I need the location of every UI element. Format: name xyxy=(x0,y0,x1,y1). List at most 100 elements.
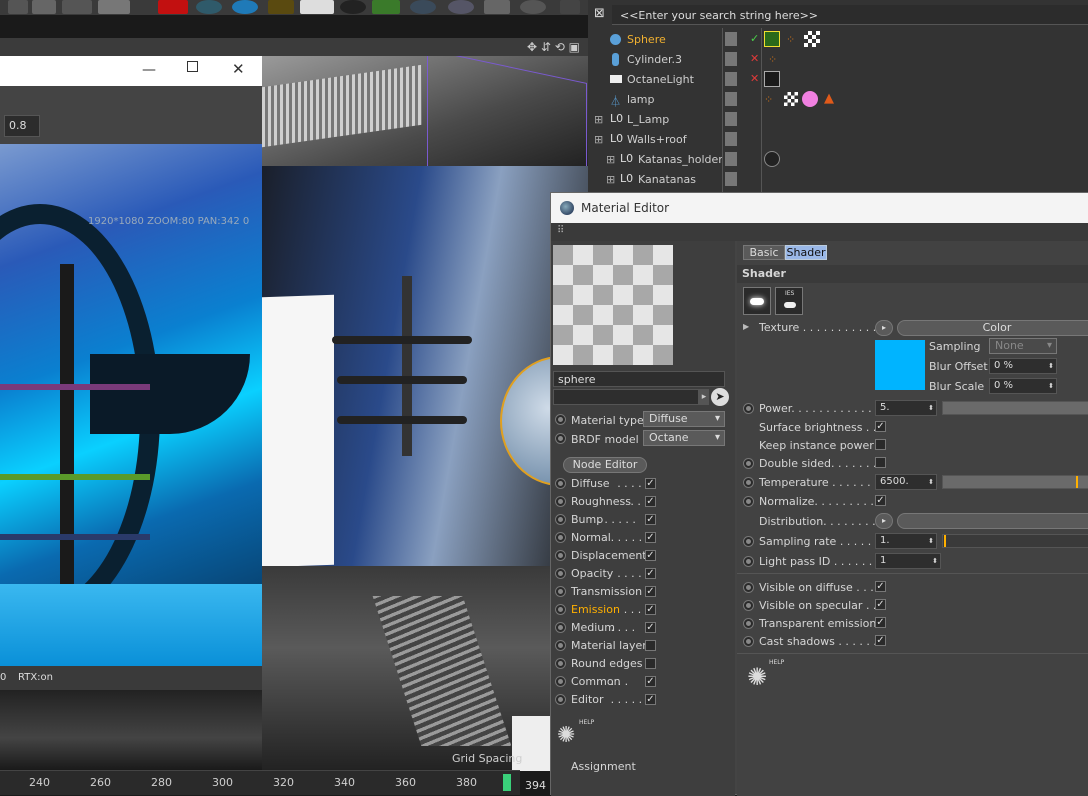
layer-tag-icon[interactable] xyxy=(725,152,737,166)
sphere-grey-icon[interactable] xyxy=(410,0,436,14)
channel-checkbox[interactable]: ✓ xyxy=(645,604,656,615)
material-type-dropdown[interactable]: Diffuse xyxy=(643,411,725,427)
channel-checkbox[interactable] xyxy=(645,658,656,669)
material-type-radio[interactable] xyxy=(555,414,566,425)
minimize-icon[interactable]: — xyxy=(142,62,156,78)
arrow-button[interactable]: ▸ xyxy=(699,389,709,405)
temperature-radio[interactable] xyxy=(743,477,754,488)
channel-row[interactable]: Transmission ✓ xyxy=(551,583,735,601)
channel-checkbox[interactable]: ✓ xyxy=(645,532,656,543)
light-tag-icon[interactable] xyxy=(764,71,780,87)
render-image[interactable]: 1920*1080 ZOOM:80 PAN:342 0 xyxy=(0,144,262,666)
channel-row[interactable]: Material layer xyxy=(551,637,735,655)
tag-dots-icon[interactable]: ⁘ xyxy=(768,53,777,66)
node-editor-button[interactable]: Node Editor xyxy=(563,457,647,473)
normalize-radio[interactable] xyxy=(743,496,754,507)
object-row-walls-roof[interactable]: ⊞ L0 Walls+roof xyxy=(588,130,1088,150)
warning-tag-icon[interactable]: ▲ xyxy=(824,91,834,106)
channel-row[interactable]: Medium . . . . ✓ xyxy=(551,619,735,637)
surface-brightness-checkbox[interactable]: ✓ xyxy=(875,421,886,432)
channel-checkbox[interactable]: ✓ xyxy=(645,514,656,525)
grip-icon[interactable]: ⠿ xyxy=(557,225,564,236)
grid-icon[interactable] xyxy=(98,0,130,14)
channel-radio[interactable] xyxy=(555,496,566,507)
sun-icon[interactable] xyxy=(268,0,294,14)
channel-radio[interactable] xyxy=(555,514,566,525)
playhead[interactable] xyxy=(503,774,511,791)
half-sphere-icon[interactable] xyxy=(232,0,258,14)
sphere-light-icon[interactable] xyxy=(448,0,474,14)
channel-checkbox[interactable] xyxy=(645,640,656,651)
channel-checkbox[interactable]: ✓ xyxy=(645,586,656,597)
channel-radio[interactable] xyxy=(555,604,566,615)
sampling-dropdown[interactable]: None xyxy=(989,338,1057,354)
octane-help-icon[interactable]: HELP ✺ xyxy=(747,659,787,693)
distribution-button[interactable] xyxy=(897,513,1088,529)
record-icon[interactable] xyxy=(158,0,188,14)
channel-row[interactable]: Roughness . . ✓ xyxy=(551,493,735,511)
disabled-x-icon[interactable]: ✕ xyxy=(750,52,759,65)
viewport-nav-icons[interactable]: ✥ ⇵ ⟲ ▣ xyxy=(527,40,580,54)
channel-radio[interactable] xyxy=(555,694,566,705)
power-slider[interactable] xyxy=(942,401,1088,415)
visible-specular-checkbox[interactable]: ✓ xyxy=(875,599,886,610)
light-icon[interactable] xyxy=(62,0,92,14)
channel-radio[interactable] xyxy=(555,658,566,669)
render-value-field[interactable]: 0.8 xyxy=(4,115,40,137)
double-sided-checkbox[interactable] xyxy=(875,457,886,468)
channel-radio[interactable] xyxy=(555,640,566,651)
sampling-rate-field[interactable]: 1. ⬍ xyxy=(875,533,937,549)
assignment-label[interactable]: Assignment xyxy=(571,760,636,773)
arrow-icon[interactable] xyxy=(560,0,580,14)
channel-radio[interactable] xyxy=(555,622,566,633)
object-row-cylinder[interactable]: Cylinder.3 ✕ ⁘ xyxy=(588,50,1088,70)
material-name-field[interactable]: sphere xyxy=(553,371,725,387)
visible-specular-radio[interactable] xyxy=(743,600,754,611)
light-pass-field[interactable]: 1 ⬍ xyxy=(875,553,941,569)
channel-row[interactable]: Displacement ✓ xyxy=(551,547,735,565)
distribution-play-button[interactable]: ▸ xyxy=(875,513,893,529)
close-icon[interactable]: ✕ xyxy=(232,60,245,78)
layer-tag-icon[interactable] xyxy=(725,72,737,86)
channel-checkbox[interactable]: ✓ xyxy=(645,550,656,561)
channel-row[interactable]: Emission . . . . ✓ xyxy=(551,601,735,619)
cast-shadows-checkbox[interactable]: ✓ xyxy=(875,635,886,646)
channel-row[interactable]: Bump . . . . . . ✓ xyxy=(551,511,735,529)
light-type-button[interactable] xyxy=(743,287,771,315)
keep-instance-checkbox[interactable] xyxy=(875,439,886,450)
material-tag-icon[interactable] xyxy=(764,31,780,47)
channel-row[interactable]: Normal . . . . . ✓ xyxy=(551,529,735,547)
wheel-icon[interactable] xyxy=(520,0,546,14)
temperature-field[interactable]: 6500. ⬍ xyxy=(875,474,937,490)
texture-color-swatch[interactable] xyxy=(875,340,925,390)
brdf-radio[interactable] xyxy=(555,433,566,444)
expand-icon[interactable]: ⊞ xyxy=(594,113,603,126)
layer-tag-icon[interactable] xyxy=(725,52,737,66)
channel-row[interactable]: Round edges xyxy=(551,655,735,673)
pick-cursor-icon[interactable]: ➤ xyxy=(711,388,729,406)
tab-shader[interactable]: Shader xyxy=(785,245,827,260)
search-field[interactable] xyxy=(553,389,699,405)
layer-tag-icon[interactable] xyxy=(725,92,737,106)
checker-tag-icon[interactable] xyxy=(784,92,798,106)
3d-viewport[interactable]: Grid Spacing xyxy=(262,56,588,771)
object-row-katanas-holder[interactable]: ⊞ L0 Katanas_holder xyxy=(588,150,1088,170)
timeline[interactable]: 240 260 280 300 320 340 360 380 394 F xyxy=(0,770,558,795)
channel-row[interactable]: Common . . . ✓ xyxy=(551,673,735,691)
layer-tag-icon[interactable] xyxy=(725,132,737,146)
material-preview[interactable] xyxy=(553,245,673,365)
layer-tag-icon[interactable] xyxy=(725,172,737,186)
channel-checkbox[interactable]: ✓ xyxy=(645,478,656,489)
tab-basic[interactable]: Basic xyxy=(743,245,785,260)
channel-checkbox[interactable]: ✓ xyxy=(645,568,656,579)
texture-color-button[interactable]: Color xyxy=(897,320,1088,336)
brdf-dropdown[interactable]: Octane xyxy=(643,430,725,446)
tag-dots-icon[interactable]: ⁘ xyxy=(786,33,795,46)
disabled-x-icon[interactable]: ✕ xyxy=(750,72,759,85)
close-search-icon[interactable]: ⊠ xyxy=(594,6,605,21)
camera-icon[interactable] xyxy=(32,0,56,14)
layer-tag-icon[interactable] xyxy=(725,112,737,126)
transparent-emission-radio[interactable] xyxy=(743,618,754,629)
expand-icon[interactable]: ⊞ xyxy=(606,173,615,186)
object-row-kanatanas[interactable]: ⊞ L0 Kanatanas xyxy=(588,170,1088,190)
